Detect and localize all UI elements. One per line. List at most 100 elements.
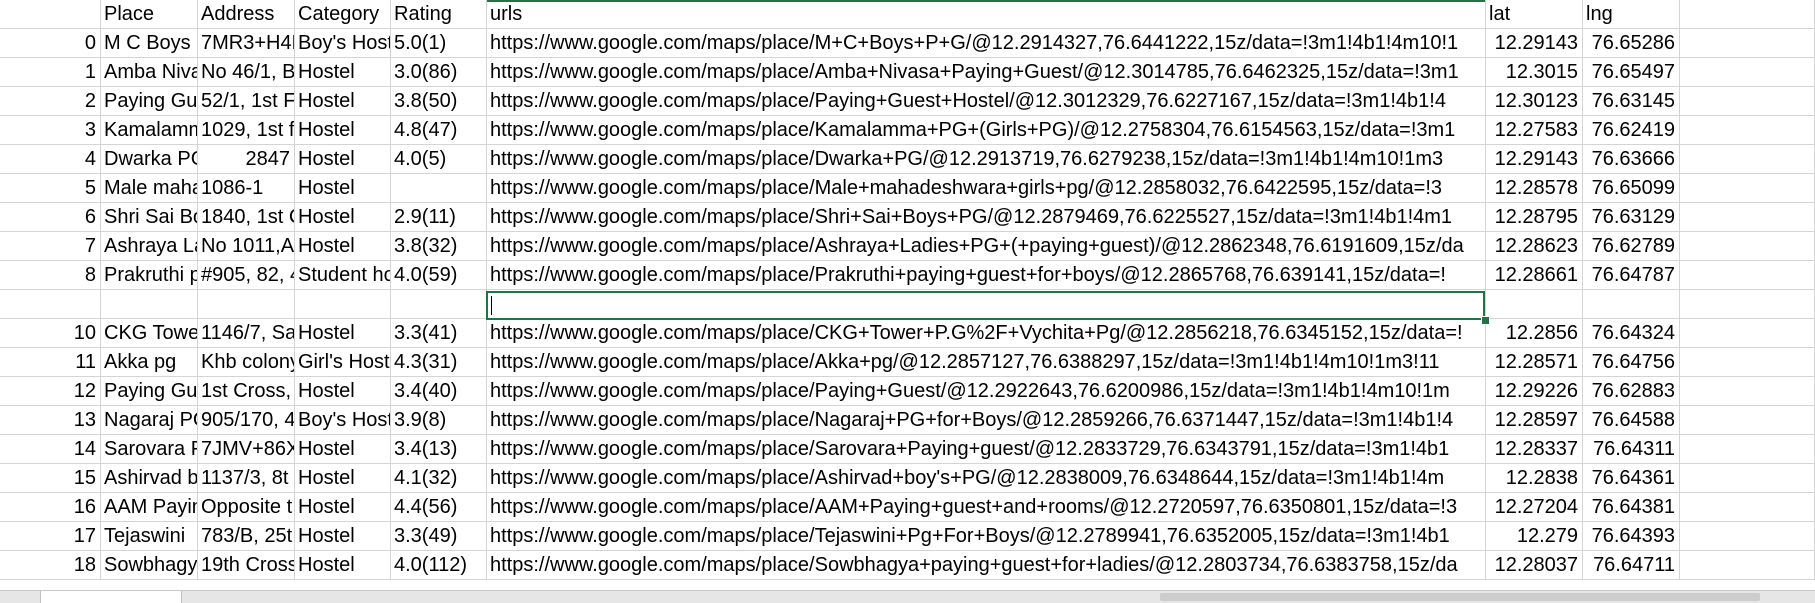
cell-address[interactable]: 1840, 1st C [198, 203, 295, 232]
cell-rating[interactable]: 3.9(8) [391, 406, 487, 435]
cell-row-index[interactable]: 12 [0, 377, 101, 406]
cell-address[interactable]: No 1011,A [198, 232, 295, 261]
cell-empty[interactable] [1680, 522, 1815, 551]
header-cell-empty[interactable] [1680, 0, 1815, 29]
cell-place[interactable]: Amba Nivasa [101, 58, 198, 87]
cell-lat[interactable]: 12.29143 [1486, 29, 1583, 58]
cell-urls[interactable]: https://www.google.com/maps/place/Tejasw… [487, 522, 1486, 551]
cell-place[interactable]: Sarovara Paying [101, 435, 198, 464]
cell-address[interactable]: 19th Cross [198, 551, 295, 580]
cell-category[interactable]: Hostel [295, 551, 391, 580]
cell-row-index[interactable]: 4 [0, 145, 101, 174]
cell-empty[interactable] [1680, 87, 1815, 116]
cell-address[interactable]: 1137/3, 8t [198, 464, 295, 493]
cell-lng[interactable]: 76.65286 [1583, 29, 1680, 58]
cell-category[interactable]: Hostel [295, 116, 391, 145]
cell-empty[interactable] [1680, 435, 1815, 464]
cell-row-index[interactable]: 1 [0, 58, 101, 87]
cell-lng[interactable]: 76.64381 [1583, 493, 1680, 522]
cell-place[interactable]: Sowbhagya [101, 551, 198, 580]
cell-category[interactable]: Hostel [295, 493, 391, 522]
cell-rating[interactable]: 4.0(59) [391, 261, 487, 290]
cell-place[interactable]: M C Boys PG [101, 29, 198, 58]
cell-address[interactable]: 905/170, 4 [198, 406, 295, 435]
cell-empty[interactable] [1680, 116, 1815, 145]
cell-rating[interactable]: 2.9(11) [391, 203, 487, 232]
cell-lng[interactable]: 76.63666 [1583, 145, 1680, 174]
cell-row-index[interactable]: 14 [0, 435, 101, 464]
cell-empty[interactable] [1680, 348, 1815, 377]
cell-urls[interactable]: https://www.google.com/maps/place/Dwarka… [487, 145, 1486, 174]
cell-rating[interactable] [391, 290, 487, 319]
fill-handle[interactable] [1481, 316, 1490, 325]
header-cell-urls[interactable]: urls [487, 0, 1486, 29]
cell-place[interactable]: Shri Sai Boys [101, 203, 198, 232]
cell-urls[interactable]: https://www.google.com/maps/place/Sowbha… [487, 551, 1486, 580]
cell-row-index[interactable]: 11 [0, 348, 101, 377]
cell-address[interactable]: 1086-1 [198, 174, 295, 203]
cell-empty[interactable] [1680, 232, 1815, 261]
cell-row-index[interactable]: 0 [0, 29, 101, 58]
cell-address[interactable]: Opposite t [198, 493, 295, 522]
cell-urls[interactable]: https://www.google.com/maps/place/Amba+N… [487, 58, 1486, 87]
cell-category[interactable]: Hostel [295, 203, 391, 232]
cell-place[interactable]: Paying Guest [101, 377, 198, 406]
cell-row-index[interactable]: 15 [0, 464, 101, 493]
cell-empty[interactable] [1680, 203, 1815, 232]
header-cell-category[interactable]: Category [295, 0, 391, 29]
cell-row-index[interactable]: 10 [0, 319, 101, 348]
cell-rating[interactable]: 4.1(32) [391, 464, 487, 493]
cell-empty[interactable] [1680, 174, 1815, 203]
cell-address[interactable]: #905, 82, 4 [198, 261, 295, 290]
cell-address[interactable]: 1029, 1st f [198, 116, 295, 145]
cell-place[interactable]: Paying Guest [101, 87, 198, 116]
cell-rating[interactable]: 4.0(112) [391, 551, 487, 580]
cell-lng[interactable]: 76.63129 [1583, 203, 1680, 232]
cell-lng[interactable]: 76.64361 [1583, 464, 1680, 493]
cell-rating[interactable]: 4.8(47) [391, 116, 487, 145]
header-cell-row-index[interactable] [0, 0, 101, 29]
cell-row-index[interactable]: 6 [0, 203, 101, 232]
cell-row-index[interactable]: 13 [0, 406, 101, 435]
cell-category[interactable]: Girl's Hostel [295, 348, 391, 377]
cell-row-index[interactable]: 7 [0, 232, 101, 261]
cell-lat[interactable]: 12.28037 [1486, 551, 1583, 580]
sheet-tab[interactable] [40, 591, 182, 603]
cell-row-index[interactable]: 8 [0, 261, 101, 290]
cell-category[interactable]: Hostel [295, 174, 391, 203]
cell-place[interactable]: Ashraya Ladies [101, 232, 198, 261]
cell-address[interactable]: Khb colony [198, 348, 295, 377]
cell-empty[interactable] [1680, 464, 1815, 493]
cell-category[interactable]: Hostel [295, 232, 391, 261]
cell-address[interactable]: 52/1, 1st F [198, 87, 295, 116]
cell-lat[interactable]: 12.27204 [1486, 493, 1583, 522]
cell-address[interactable]: 783/B, 25t [198, 522, 295, 551]
cell-urls[interactable]: https://www.google.com/maps/place/Prakru… [487, 261, 1486, 290]
cell-urls[interactable]: https://www.google.com/maps/place/Shri+S… [487, 203, 1486, 232]
cell-lng[interactable]: 76.64787 [1583, 261, 1680, 290]
cell-lng[interactable] [1583, 290, 1680, 319]
cell-rating[interactable]: 4.0(5) [391, 145, 487, 174]
cell-category[interactable]: Hostel [295, 464, 391, 493]
cell-address[interactable]: 2847 [198, 145, 295, 174]
cell-lng[interactable]: 76.62883 [1583, 377, 1680, 406]
cell-category[interactable]: Hostel [295, 58, 391, 87]
cell-rating[interactable]: 3.4(40) [391, 377, 487, 406]
cell-urls[interactable]: https://www.google.com/maps/place/Paying… [487, 377, 1486, 406]
cell-lng[interactable]: 76.65099 [1583, 174, 1680, 203]
cell-category[interactable]: Hostel [295, 319, 391, 348]
cell-row-index[interactable]: 17 [0, 522, 101, 551]
cell-urls[interactable]: https://www.google.com/maps/place/AAM+Pa… [487, 493, 1486, 522]
cell-place[interactable] [101, 290, 198, 319]
header-cell-place[interactable]: Place [101, 0, 198, 29]
cell-row-index[interactable]: 18 [0, 551, 101, 580]
cell-lng[interactable]: 76.65497 [1583, 58, 1680, 87]
cell-place[interactable]: Ashirvad boy's [101, 464, 198, 493]
cell-place[interactable]: Prakruthi paying [101, 261, 198, 290]
cell-category[interactable]: Hostel [295, 87, 391, 116]
cell-urls[interactable]: https://www.google.com/maps/place/Male+m… [487, 174, 1486, 203]
cell-rating[interactable]: 3.4(13) [391, 435, 487, 464]
cell-place[interactable]: Nagaraj PG [101, 406, 198, 435]
cell-rating[interactable]: 3.8(32) [391, 232, 487, 261]
cell-lat[interactable]: 12.28337 [1486, 435, 1583, 464]
